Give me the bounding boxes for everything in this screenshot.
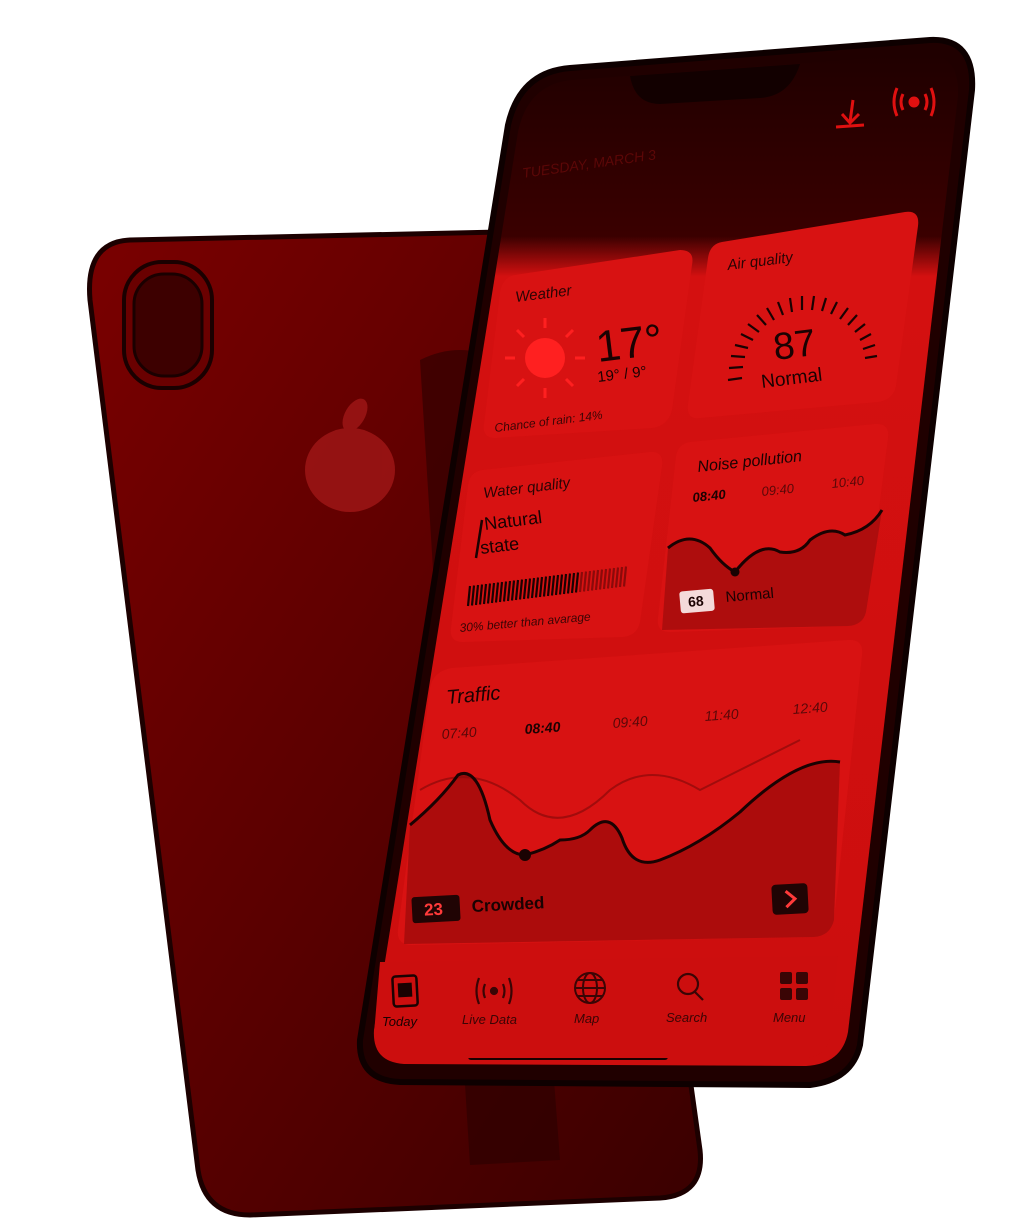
water-quality-card[interactable]: Water quality Natural state 30% better t… — [450, 451, 663, 642]
tab-today-label: Today — [382, 1014, 418, 1029]
camera-module — [122, 260, 214, 390]
weather-temp: 17° — [593, 315, 665, 372]
scene: TUESDAY, MARCH 3 Weather 17° 19° / 9° Ch… — [87, 36, 976, 1218]
traffic-more-button[interactable] — [771, 883, 809, 915]
traffic-time-3: 09:40 — [612, 713, 648, 731]
traffic-value-badge: 23 — [411, 894, 461, 924]
weather-card[interactable]: Weather 17° 19° / 9° Chance of rain: 14% — [483, 250, 693, 438]
air-value: 87 — [771, 322, 818, 369]
tab-map-label: Map — [574, 1011, 599, 1026]
stage: TUESDAY, MARCH 3 Weather 17° 19° / 9° Ch… — [0, 0, 1016, 1232]
traffic-value: 23 — [424, 900, 444, 920]
traffic-marker — [519, 849, 531, 861]
traffic-title: Traffic — [446, 682, 502, 709]
traffic-card[interactable]: Traffic 07:40 08:40 09:40 11:40 12:40 23… — [397, 639, 863, 945]
tab-bar: Today Live Data Map Search Menu — [374, 956, 838, 1058]
noise-value: 68 — [687, 593, 704, 610]
traffic-status: Crowded — [471, 893, 545, 916]
traffic-time-4: 11:40 — [704, 706, 739, 724]
traffic-time-2: 08:40 — [524, 719, 561, 737]
tab-menu-label: Menu — [773, 1010, 806, 1025]
noise-marker — [730, 567, 740, 577]
tab-live-data-label: Live Data — [462, 1012, 517, 1027]
traffic-time-5: 12:40 — [792, 699, 828, 717]
tab-search-label: Search — [666, 1010, 707, 1025]
noise-pollution-card[interactable]: Noise pollution 08:40 09:40 10:40 68 Nor… — [657, 423, 889, 632]
air-quality-card[interactable]: Air quality 87 Normal — [687, 211, 919, 419]
traffic-time-1: 07:40 — [441, 724, 477, 742]
front-phone: TUESDAY, MARCH 3 Weather 17° 19° / 9° Ch… — [356, 36, 976, 1089]
noise-value-badge: 68 — [679, 588, 715, 614]
